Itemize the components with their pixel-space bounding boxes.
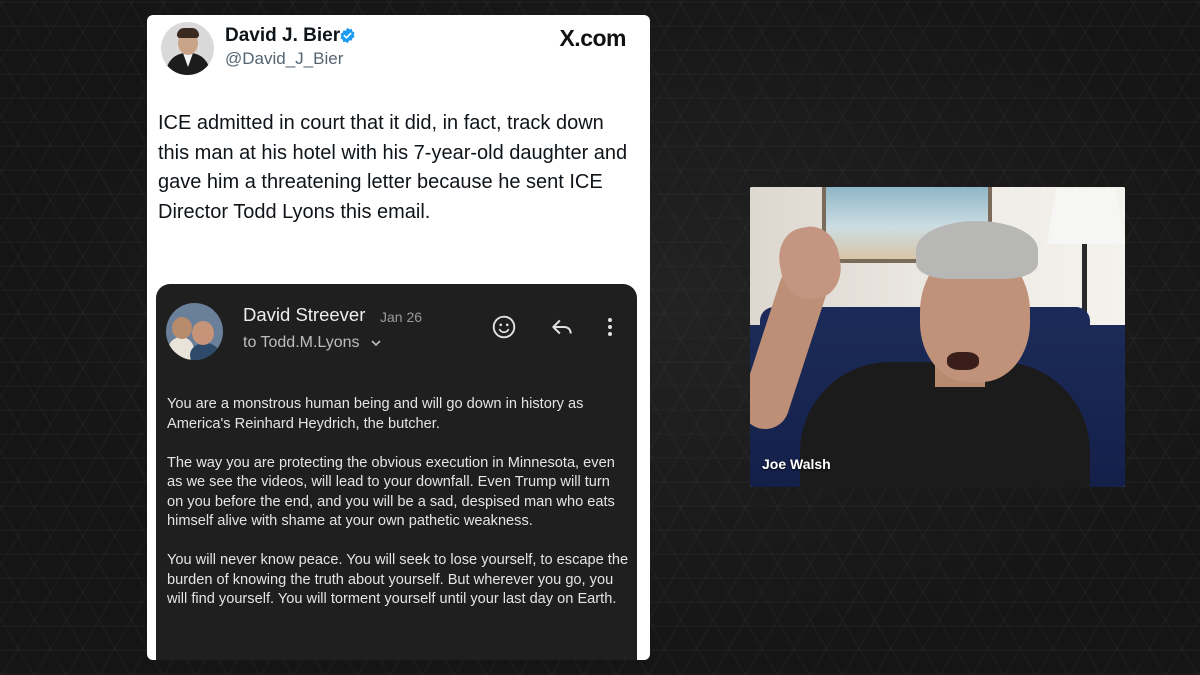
reply-icon[interactable] — [549, 314, 575, 340]
person-hair — [916, 221, 1038, 279]
email-date: Jan 26 — [380, 309, 423, 325]
more-vert-icon[interactable] — [603, 314, 617, 340]
lamp-shade — [1047, 189, 1125, 244]
video-tile[interactable]: Joe Walsh — [750, 187, 1125, 487]
author-name[interactable]: David J. Bier — [225, 25, 340, 47]
chevron-down-icon — [371, 340, 381, 346]
email-paragraph: You will never know peace. You will seek… — [167, 552, 629, 607]
verified-badge-icon — [340, 27, 355, 44]
email-body: You are a monstrous human being and will… — [167, 395, 629, 629]
email-sender-name: David Streever — [243, 304, 366, 325]
emoji-icon[interactable] — [491, 314, 517, 340]
sender-avatar — [166, 303, 223, 360]
author-handle[interactable]: @David_J_Bier — [225, 49, 343, 69]
participant-name-label: Joe Walsh — [762, 456, 831, 472]
email-paragraph: You are a monstrous human being and will… — [167, 396, 584, 432]
author-avatar[interactable] — [161, 22, 214, 75]
tweet-card: David J. Bier @David_J_Bier X.com ICE ad… — [147, 15, 650, 660]
x-com-logo: X.com — [559, 25, 626, 51]
email-paragraph: The way you are protecting the obvious e… — [167, 454, 615, 530]
tweet-text: ICE admitted in court that it did, in fa… — [158, 112, 628, 223]
email-recipient[interactable]: to Todd.M.Lyons — [243, 334, 382, 352]
email-recipient-label: to Todd.M.Lyons — [243, 334, 360, 351]
email-screenshot: David Streever Jan 26 to Todd.M.Lyons Yo… — [156, 284, 637, 660]
person-mouth — [947, 352, 979, 370]
